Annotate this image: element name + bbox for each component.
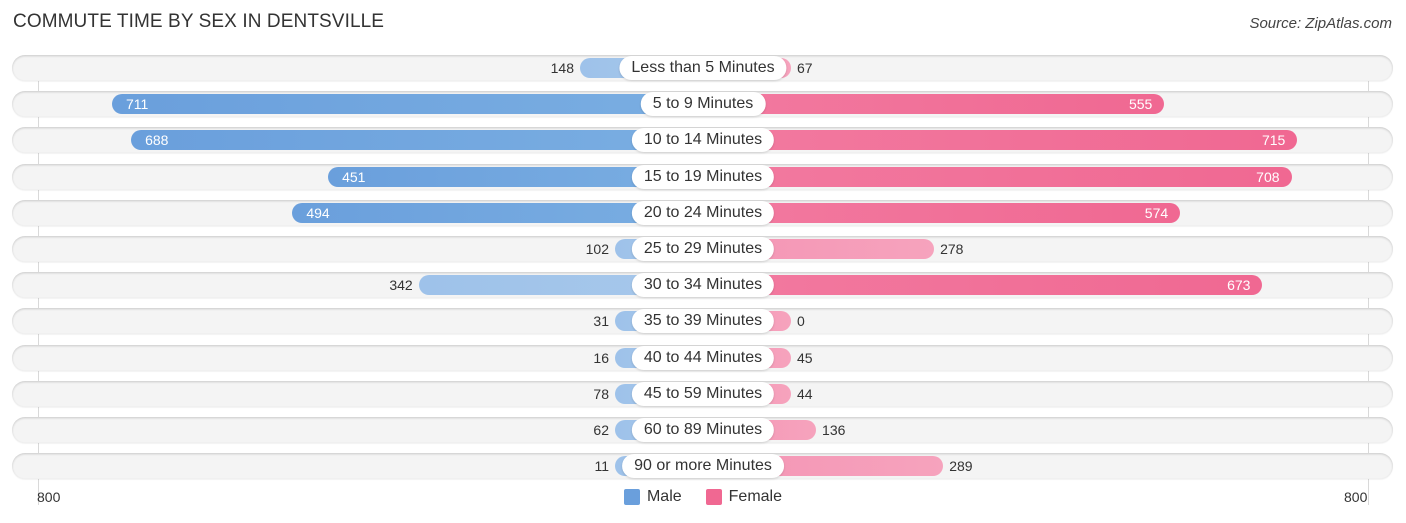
category-label: 10 to 14 Minutes xyxy=(631,128,775,153)
value-label-male: 102 xyxy=(585,241,609,257)
value-label-female: 289 xyxy=(949,458,973,475)
value-label-female: 278 xyxy=(940,241,964,257)
legend-label-male: Male xyxy=(646,488,682,505)
category-label: 35 to 39 Minutes xyxy=(631,309,775,334)
value-label-female: 45 xyxy=(797,349,813,366)
bar-male xyxy=(131,130,703,151)
category-label: 90 or more Minutes xyxy=(622,454,784,479)
value-label-female: 555 xyxy=(1128,96,1153,113)
legend-item-female: Female xyxy=(705,488,783,506)
value-label-female: 715 xyxy=(1261,132,1286,149)
category-label: 45 to 59 Minutes xyxy=(631,381,775,406)
legend: Male Female xyxy=(0,488,1406,506)
legend-label-female: Female xyxy=(728,488,783,505)
legend-item-male: Male xyxy=(623,488,682,506)
value-label-male: 62 xyxy=(593,422,609,438)
value-label-male: 451 xyxy=(342,168,366,185)
value-label-male: 16 xyxy=(593,349,609,366)
value-label-female: 67 xyxy=(797,60,813,76)
value-label-male: 711 xyxy=(125,96,149,113)
category-label: 5 to 9 Minutes xyxy=(640,92,766,117)
category-label: 30 to 34 Minutes xyxy=(631,273,775,298)
value-label-female: 0 xyxy=(797,313,805,330)
value-label-female: 574 xyxy=(1144,204,1169,221)
value-label-male: 78 xyxy=(593,385,609,402)
bar-female xyxy=(703,202,1181,223)
bar-female xyxy=(703,94,1165,115)
category-label: 25 to 29 Minutes xyxy=(631,237,775,261)
value-label-male: 688 xyxy=(145,132,169,149)
value-label-female: 708 xyxy=(1256,168,1280,185)
category-label: 60 to 89 Minutes xyxy=(631,418,775,442)
category-label: 40 to 44 Minutes xyxy=(631,345,775,370)
category-label: 15 to 19 Minutes xyxy=(631,164,775,189)
legend-swatch-male xyxy=(623,489,640,505)
bar-female xyxy=(703,275,1263,296)
value-label-male: 148 xyxy=(550,60,574,76)
bar-male xyxy=(111,94,703,115)
legend-swatch-female xyxy=(705,489,722,505)
value-label-male: 342 xyxy=(389,277,413,294)
value-label-female: 673 xyxy=(1227,277,1251,294)
category-label: Less than 5 Minutes xyxy=(619,56,787,80)
value-label-female: 136 xyxy=(822,422,846,438)
bar-female xyxy=(703,130,1298,151)
value-label-male: 11 xyxy=(594,458,609,475)
category-label: 20 to 24 Minutes xyxy=(631,200,775,225)
value-label-male: 494 xyxy=(306,204,330,221)
value-label-male: 31 xyxy=(593,313,609,330)
bar-female xyxy=(703,166,1292,187)
commute-chart: 148 67 Less than 5 Minutes 711 555 5 to 9 Min… xyxy=(0,0,1406,523)
value-label-female: 44 xyxy=(797,385,813,402)
